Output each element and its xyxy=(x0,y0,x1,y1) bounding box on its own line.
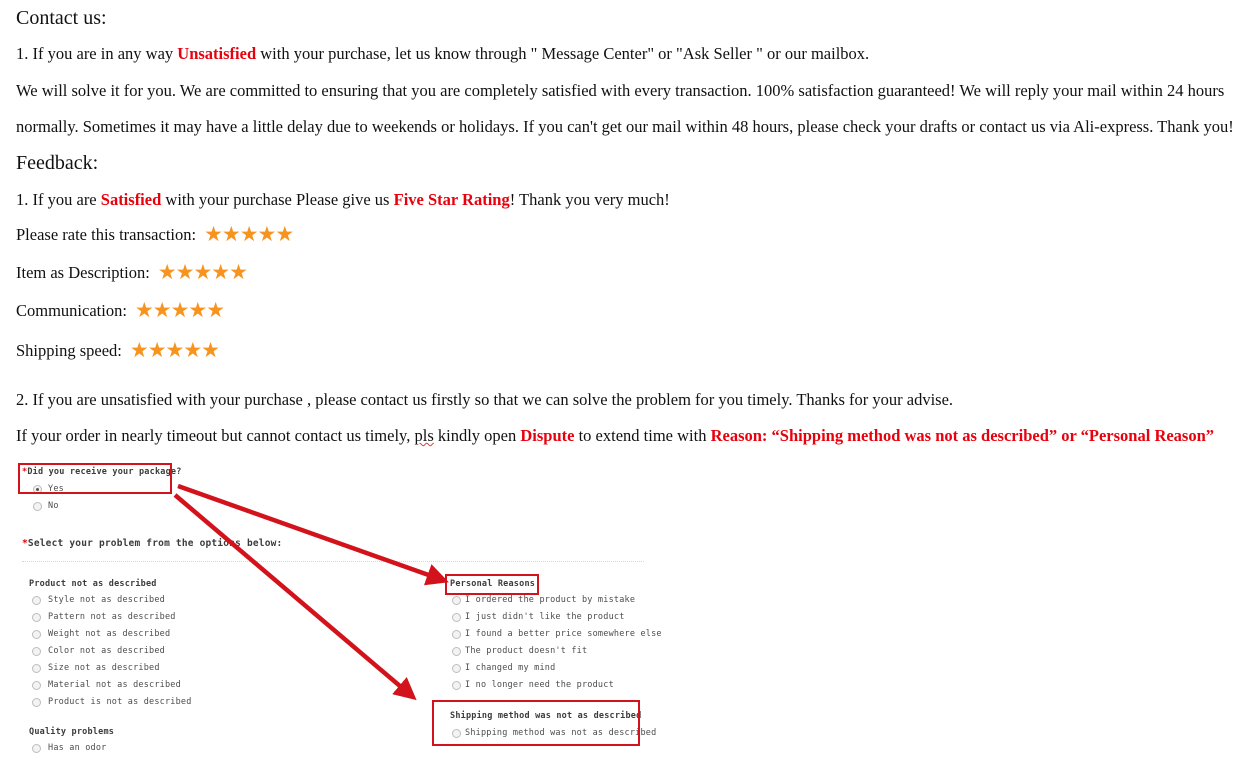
group-title-personal-reasons: Personal Reasons xyxy=(450,579,536,589)
contact-line-1-post: with your purchase, let us know through … xyxy=(256,44,870,63)
pls-misspelling: pls xyxy=(414,426,434,445)
star-rating-item-as-description: ★★★★★ xyxy=(157,260,248,284)
star-rating-shipping-speed: ★★★★★ xyxy=(129,338,220,362)
radio-product-is-not-as-described[interactable] xyxy=(32,698,41,707)
package-question-label: *Did you receive your package? xyxy=(22,467,182,477)
unsatisfied-emphasis: Unsatisfied xyxy=(177,44,257,63)
radio-shipping-method-not-as-described[interactable] xyxy=(452,729,461,738)
package-question-text: Did you receive your package? xyxy=(27,467,182,477)
radio-didnt-like-product[interactable] xyxy=(452,613,461,622)
rating-row-transaction: Please rate this transaction: ★★★★★ xyxy=(16,222,294,246)
five-star-rating-emphasis: Five Star Rating xyxy=(393,190,510,209)
star-rating-transaction: ★★★★★ xyxy=(204,222,294,246)
radio-ordered-by-mistake[interactable] xyxy=(452,596,461,605)
rating-row-item-as-description: Item as Description: ★★★★★ xyxy=(16,260,248,284)
rating-label-transaction: Please rate this transaction: xyxy=(16,224,197,244)
closing-line-2-pre: If your order in nearly timeout but cann… xyxy=(16,426,415,445)
group-title-shipping-method: Shipping method was not as described xyxy=(450,711,642,721)
radio-label-changed-my-mind[interactable]: I changed my mind xyxy=(465,663,555,673)
rating-label-shipping-speed: Shipping speed: xyxy=(16,340,122,360)
radio-found-better-price[interactable] xyxy=(452,630,461,639)
radio-label-package-no[interactable]: No xyxy=(48,501,59,511)
feedback-line-1-mid: with your purchase Please give us xyxy=(161,190,394,209)
radio-label-weight-not-as-described[interactable]: Weight not as described xyxy=(48,629,170,639)
radio-style-not-as-described[interactable] xyxy=(32,596,41,605)
radio-product-doesnt-fit[interactable] xyxy=(452,647,461,656)
radio-changed-my-mind[interactable] xyxy=(452,664,461,673)
radio-color-not-as-described[interactable] xyxy=(32,647,41,656)
radio-label-product-is-not-as-described[interactable]: Product is not as described xyxy=(48,697,192,707)
radio-label-package-yes[interactable]: Yes xyxy=(48,484,64,494)
dispute-form-screenshot: *Did you receive your package? Yes No *S… xyxy=(0,458,1255,765)
dispute-emphasis: Dispute xyxy=(520,426,575,445)
radio-label-has-an-odor[interactable]: Has an odor xyxy=(48,743,107,753)
star-rating-communication: ★★★★★ xyxy=(134,298,225,322)
closing-line-2-mid: kindly open xyxy=(433,426,521,445)
radio-label-size-not-as-described[interactable]: Size not as described xyxy=(48,663,160,673)
radio-label-ordered-by-mistake[interactable]: I ordered the product by mistake xyxy=(465,595,635,605)
rating-row-communication: Communication: ★★★★★ xyxy=(16,298,225,322)
radio-label-product-doesnt-fit[interactable]: The product doesn't fit xyxy=(465,646,587,656)
contact-line-3: normally. Sometimes it may have a little… xyxy=(16,117,1234,136)
group-title-product-not-as-described: Product not as described xyxy=(29,579,157,589)
radio-size-not-as-described[interactable] xyxy=(32,664,41,673)
radio-pattern-not-as-described[interactable] xyxy=(32,613,41,622)
rating-label-communication: Communication: xyxy=(16,300,127,320)
section-divider xyxy=(22,561,644,562)
radio-label-didnt-like-product[interactable]: I just didn't like the product xyxy=(465,612,625,622)
radio-label-no-longer-need-product[interactable]: I no longer need the product xyxy=(465,680,614,690)
radio-has-an-odor[interactable] xyxy=(32,744,41,753)
contact-line-1-pre: 1. If you are in any way xyxy=(16,44,178,63)
radio-package-yes[interactable] xyxy=(33,485,42,494)
closing-line-2-mid2: to extend time with xyxy=(574,426,711,445)
contact-us-heading: Contact us: xyxy=(16,7,107,29)
reason-emphasis: Reason: “Shipping method was not as desc… xyxy=(710,426,1215,445)
radio-package-no[interactable] xyxy=(33,502,42,511)
rating-label-item-as-description: Item as Description: xyxy=(16,262,150,282)
contact-line-2: We will solve it for you. We are committ… xyxy=(16,81,1225,100)
satisfied-emphasis: Satisfied xyxy=(100,190,162,209)
feedback-line-1-pre: 1. If you are xyxy=(16,190,101,209)
closing-line-1: 2. If you are unsatisfied with your purc… xyxy=(16,390,954,409)
radio-label-style-not-as-described[interactable]: Style not as described xyxy=(48,595,165,605)
radio-material-not-as-described[interactable] xyxy=(32,681,41,690)
select-problem-label: *Select your problem from the options be… xyxy=(22,538,282,549)
radio-label-found-better-price[interactable]: I found a better price somewhere else xyxy=(465,629,662,639)
radio-label-color-not-as-described[interactable]: Color not as described xyxy=(48,646,165,656)
radio-no-longer-need-product[interactable] xyxy=(452,681,461,690)
group-title-quality-problems: Quality problems xyxy=(29,727,115,737)
closing-line-2: If your order in nearly timeout but cann… xyxy=(16,426,1215,445)
rating-row-shipping-speed: Shipping speed: ★★★★★ xyxy=(16,338,220,362)
radio-label-material-not-as-described[interactable]: Material not as described xyxy=(48,680,181,690)
feedback-line-1: 1. If you are Satisfied with your purcha… xyxy=(16,190,670,209)
radio-label-pattern-not-as-described[interactable]: Pattern not as described xyxy=(48,612,176,622)
feedback-heading: Feedback: xyxy=(16,152,99,174)
select-problem-text: Select your problem from the options bel… xyxy=(27,538,283,549)
feedback-line-1-post: ! Thank you very much! xyxy=(509,190,670,209)
radio-weight-not-as-described[interactable] xyxy=(32,630,41,639)
contact-line-1: 1. If you are in any way Unsatisfied wit… xyxy=(16,44,870,63)
radio-label-shipping-method-not-as-described[interactable]: Shipping method was not as described xyxy=(465,728,656,738)
